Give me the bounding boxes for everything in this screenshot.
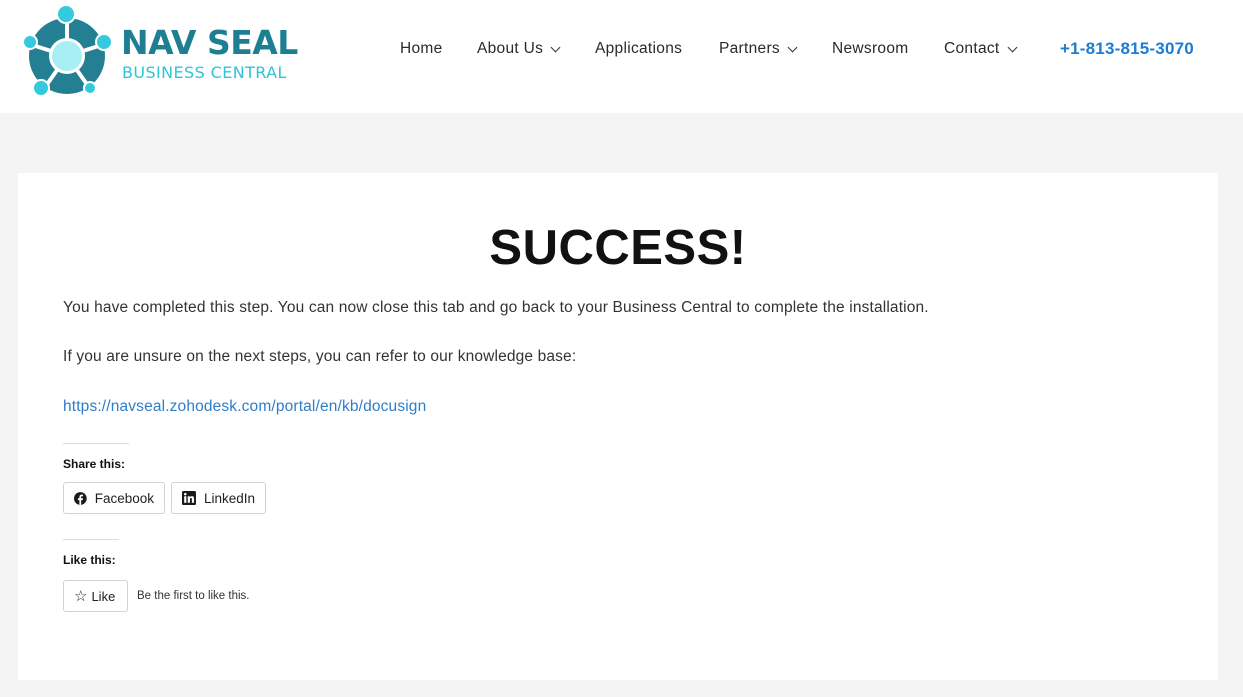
logo-subtitle: BUSINESS CENTRAL <box>122 63 287 82</box>
nav-item-label: Partners <box>719 40 780 57</box>
nav-item-applications[interactable]: Applications <box>595 40 682 58</box>
linkedin-icon <box>182 491 196 505</box>
next-steps-message: If you are unsure on the next steps, you… <box>63 348 577 365</box>
star-icon: ☆ <box>74 587 88 605</box>
completion-message: You have completed this step. You can no… <box>63 299 929 316</box>
share-facebook-label: Facebook <box>94 490 154 506</box>
nav-item-label: Home <box>400 40 443 57</box>
chevron-down-icon <box>550 42 561 52</box>
nav-item-label: About Us <box>477 40 544 57</box>
nav-item-about-us[interactable]: About Us <box>477 40 561 58</box>
like-button-label: Like <box>91 588 116 604</box>
site-header: NAV SEAL BUSINESS CENTRAL Home About Us … <box>0 0 1243 113</box>
like-note: Be the first to like this. <box>137 590 250 602</box>
phone-link[interactable]: +1-813-815-3070 <box>1060 39 1194 59</box>
like-button[interactable]: ☆ Like <box>63 580 128 612</box>
nav-item-label: Newsroom <box>832 40 909 57</box>
nav-item-home[interactable]: Home <box>400 40 443 58</box>
chevron-down-icon <box>1007 42 1017 52</box>
chevron-down-icon <box>787 42 798 52</box>
share-linkedin-label: LinkedIn <box>203 490 255 506</box>
like-divider <box>63 539 119 540</box>
share-label: Share this: <box>63 457 126 471</box>
nav-item-partners[interactable]: Partners <box>719 40 798 58</box>
content-card: SUCCESS! You have completed this step. Y… <box>18 173 1218 680</box>
facebook-icon <box>74 491 87 505</box>
knowledge-base-link[interactable]: https://navseal.zohodesk.com/portal/en/k… <box>63 398 426 416</box>
share-linkedin-button[interactable]: LinkedIn <box>171 482 266 514</box>
like-label: Like this: <box>63 553 116 567</box>
page-title: SUCCESS! <box>489 221 747 275</box>
nav-item-newsroom[interactable]: Newsroom <box>832 40 908 58</box>
nav-item-contact[interactable]: Contact <box>944 40 1017 58</box>
nav-item-label: Applications <box>595 40 683 57</box>
nav-item-label: Contact <box>944 40 1000 57</box>
share-divider <box>63 443 129 444</box>
share-facebook-button[interactable]: Facebook <box>63 482 165 514</box>
main-nav: Home About Us Applications Partners News… <box>0 40 1243 62</box>
